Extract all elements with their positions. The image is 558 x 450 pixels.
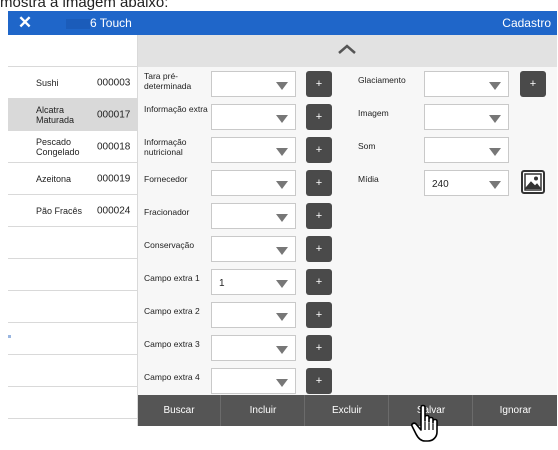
dropdown-arrow-icon [489,115,501,123]
field-label: Imagem [358,108,389,118]
field-label: Informação extra [144,104,208,114]
add-info-nutricional-button[interactable]: + [306,137,332,163]
scroll-marker [8,335,11,338]
field-label: Fracionador [144,207,190,217]
field-label: Campo extra 1 [144,273,200,283]
info-nutricional-select[interactable] [211,137,296,163]
list-item-code: 000019 [97,173,131,184]
list-item-name: Alcatra Maturada [36,104,75,125]
excluir-button[interactable]: Excluir [306,395,389,426]
campo-extra-4-select[interactable] [211,368,296,394]
list-item-empty[interactable] [8,355,137,387]
list-item-name: Azeitona [36,173,72,184]
dropdown-arrow-icon [276,313,288,321]
close-icon[interactable]: ✕ [16,13,34,33]
field-label: Mídia [358,174,379,184]
add-tara-button[interactable]: + [306,71,332,97]
image-icon[interactable] [521,170,545,194]
dropdown-arrow-icon [276,214,288,222]
add-glaciamento-button[interactable]: + [520,71,546,97]
add-campo-extra-3-button[interactable]: + [306,335,332,361]
campo-extra-2-select[interactable] [211,302,296,328]
campo-extra-3-select[interactable] [211,335,296,361]
chevron-up-icon [338,44,356,54]
field-label: Campo extra 2 [144,306,200,316]
add-fracionador-button[interactable]: + [306,203,332,229]
som-select[interactable] [424,137,509,163]
field-label: Glaciamento [358,75,406,85]
select-value: 240 [432,179,449,190]
tara-select[interactable] [211,71,296,97]
dropdown-arrow-icon [276,247,288,255]
field-label: Tara pré-determinada [144,71,192,91]
list-item-name: Pão Fracês [36,205,83,216]
dropdown-arrow-icon [276,82,288,90]
list-item[interactable]: Pão Fracês 000024 [8,195,137,227]
ignorar-button[interactable]: Ignorar [474,395,557,426]
dropdown-arrow-icon [276,181,288,189]
add-campo-extra-4-button[interactable]: + [306,368,332,394]
redacted-logo [66,19,90,29]
fracionador-select[interactable] [211,203,296,229]
list-item[interactable]: Azeitona 000019 [8,163,137,195]
dropdown-arrow-icon [276,346,288,354]
list-header-empty [8,35,137,67]
list-item-empty[interactable] [8,291,137,323]
select-value: 1 [219,278,225,289]
list-item-name: Sushi [36,77,59,88]
dropdown-arrow-icon [489,82,501,90]
add-conservacao-button[interactable]: + [306,236,332,262]
list-item-name: Pescado Congelado [36,136,80,157]
dropdown-arrow-icon [489,148,501,156]
list-item-empty[interactable] [8,259,137,291]
field-label: Conservação [144,240,195,250]
dropdown-arrow-icon [489,181,501,189]
list-item-empty[interactable] [8,387,137,419]
list-item-code: 000003 [97,77,131,88]
app-title: 6 Touch [90,16,132,30]
action-bar: Buscar Incluir Excluir Salvar Ignorar [138,395,557,426]
add-fornecedor-button[interactable]: + [306,170,332,196]
product-list: Sushi 000003 Alcatra Maturada 000017 Pes… [8,35,138,426]
field-label: Informação nutricional [144,137,187,157]
glaciamento-select[interactable] [424,71,509,97]
app-window: ✕ 6 Touch Cadastro Sushi 000003 Alcatra … [8,11,557,426]
form-panel: Tara pré-determinada + Informação extra … [138,35,557,426]
incluir-button[interactable]: Incluir [222,395,305,426]
dropdown-arrow-icon [276,379,288,387]
midia-select[interactable]: 240 [424,170,509,196]
dropdown-arrow-icon [276,280,288,288]
list-item-code: 000017 [97,109,131,120]
list-item[interactable]: Pescado Congelado 000018 [8,131,137,163]
hand-pointer-icon [411,404,438,442]
field-label: Fornecedor [144,174,188,184]
dropdown-arrow-icon [276,148,288,156]
field-label: Campo extra 3 [144,339,200,349]
campo-extra-1-select[interactable]: 1 [211,269,296,295]
list-item[interactable]: Alcatra Maturada 000017 [8,99,137,131]
list-item-empty[interactable] [8,227,137,259]
field-label: Campo extra 4 [144,372,200,382]
list-item[interactable]: Sushi 000003 [8,67,137,99]
buscar-button[interactable]: Buscar [138,395,221,426]
imagem-select[interactable] [424,104,509,130]
add-info-extra-button[interactable]: + [306,104,332,130]
dropdown-arrow-icon [276,115,288,123]
field-label: Som [358,141,376,151]
conservacao-select[interactable] [211,236,296,262]
add-campo-extra-2-button[interactable]: + [306,302,332,328]
title-bar: ✕ 6 Touch Cadastro [8,11,557,35]
list-item-empty[interactable] [8,323,137,355]
list-item-code: 000018 [97,141,131,152]
screen-title: Cadastro [502,16,551,30]
list-item-code: 000024 [97,205,131,216]
info-extra-select[interactable] [211,104,296,130]
fornecedor-select[interactable] [211,170,296,196]
add-campo-extra-1-button[interactable]: + [306,269,332,295]
collapse-bar[interactable] [138,35,557,67]
